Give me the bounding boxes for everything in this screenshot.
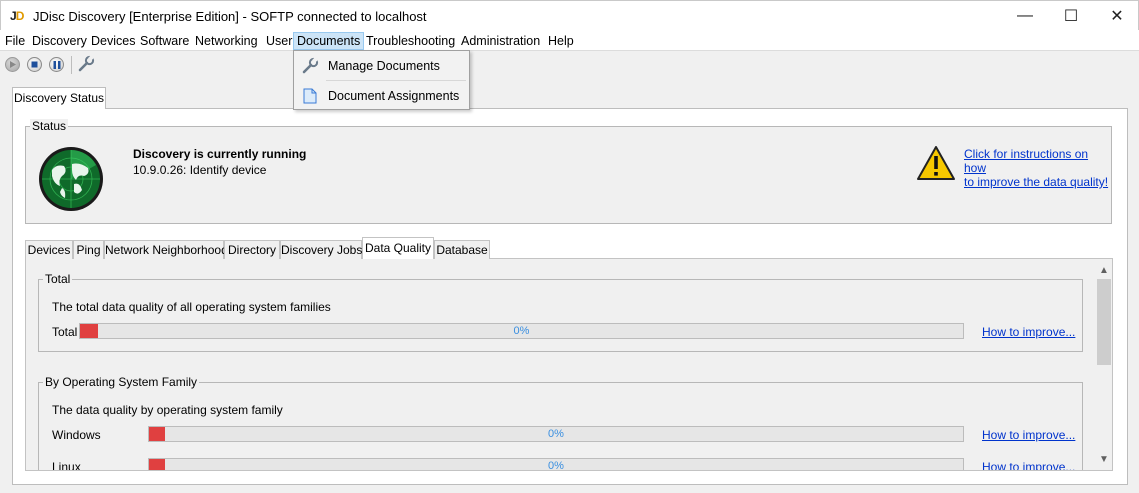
wrench-icon [294,57,326,75]
os-family-quality-group: By Operating System Family The data qual… [38,375,1083,471]
total-how-to-improve-link[interactable]: How to improve... [982,325,1075,339]
total-quality-bar: 0% [79,323,964,339]
subtab-data-quality[interactable]: Data Quality [362,237,434,259]
menu-help[interactable]: Help [545,32,577,50]
menu-documents[interactable]: Documents [293,32,365,50]
menu-item-manage-documents[interactable]: Manage Documents [294,52,469,80]
tab-discovery-status[interactable]: Discovery Status [12,87,106,109]
scrollbar-thumb[interactable] [1097,279,1111,365]
menu-networking[interactable]: Networking [192,32,261,50]
stop-icon [31,61,38,68]
title-bar: JD JDisc Discovery [Enterprise Edition] … [0,0,1139,30]
data-quality-panel: Total The total data quality of all oper… [25,258,1113,471]
total-quality-group: Total The total data quality of all oper… [38,272,1083,352]
scroll-down-arrow-icon[interactable]: ▼ [1096,451,1112,467]
window-title: JDisc Discovery [Enterprise Edition] - S… [33,9,427,24]
warning-icon [916,145,956,181]
menu-bar: File Discovery Devices Software Networki… [0,30,1139,51]
windows-quality-bar: 0% [148,426,964,442]
bottom-strip [0,485,1139,493]
windows-how-to-improve-link[interactable]: How to improve... [982,428,1075,442]
close-button[interactable]: ✕ [1094,1,1139,31]
linux-row-label: Linux [52,460,81,471]
subtab-discovery-jobs[interactable]: Discovery Jobs [280,240,362,259]
stop-discovery-button[interactable] [27,57,42,72]
toolbar-separator [71,56,72,74]
subtab-ping[interactable]: Ping [73,240,104,259]
status-title: Discovery is currently running [133,147,307,161]
subtab-database[interactable]: Database [434,240,490,259]
instructions-link-line1: Click for instructions on how [964,147,1089,175]
radar-globe-icon [38,146,104,212]
maximize-button[interactable]: ☐ [1048,1,1094,31]
dropdown-separator [326,80,466,81]
menu-troubleshooting[interactable]: Troubleshooting [363,32,458,50]
linux-how-to-improve-link[interactable]: How to improve... [982,460,1075,470]
documents-dropdown-menu: Manage Documents Document Assignments [293,50,470,110]
status-group-title: Status [30,119,69,133]
menu-devices[interactable]: Devices [88,32,138,50]
start-icon [10,61,16,68]
wrench-icon [78,55,95,72]
total-quality-percent: 0% [513,325,530,337]
windows-quality-percent: 0% [548,428,564,440]
menu-file[interactable]: File [2,32,28,50]
manage-documents-label: Manage Documents [328,59,440,73]
total-group-title: Total [43,272,73,286]
status-detail: 10.9.0.26: Identify device [133,163,267,177]
linux-quality-bar: 0% [148,458,964,471]
menu-discovery[interactable]: Discovery [29,32,90,50]
instructions-link-line2: to improve the data quality! [964,175,1109,189]
data-quality-instructions-link[interactable]: Click for instructions on how to improve… [964,147,1109,189]
os-description: The data quality by operating system fam… [52,403,283,417]
scroll-up-arrow-icon[interactable]: ▲ [1096,262,1112,278]
subtab-devices[interactable]: Devices [25,240,73,259]
linux-quality-percent: 0% [548,460,564,471]
pause-discovery-button[interactable] [49,57,64,72]
start-discovery-button[interactable] [5,57,20,72]
data-quality-scrollbar[interactable]: ▲ ▼ [1096,262,1112,467]
total-row-label: Total [52,325,78,339]
pause-icon [53,60,60,69]
os-group-title: By Operating System Family [43,375,200,389]
windows-row-label: Windows [52,428,101,442]
subtab-directory[interactable]: Directory [224,240,280,259]
document-icon [294,88,326,104]
app-logo-icon: JD [10,9,24,23]
subtab-network-neighborhood[interactable]: Network Neighborhood [104,240,228,259]
toolbar [0,51,1139,79]
document-assignments-label: Document Assignments [328,89,460,103]
menu-user[interactable]: User [263,32,295,50]
total-description: The total data quality of all operating … [52,300,331,314]
menu-administration[interactable]: Administration [458,32,543,50]
minimize-button[interactable]: — [1002,1,1048,31]
menu-item-document-assignments[interactable]: Document Assignments [294,82,469,110]
menu-software[interactable]: Software [137,32,192,50]
settings-wrench-button[interactable] [77,55,95,73]
